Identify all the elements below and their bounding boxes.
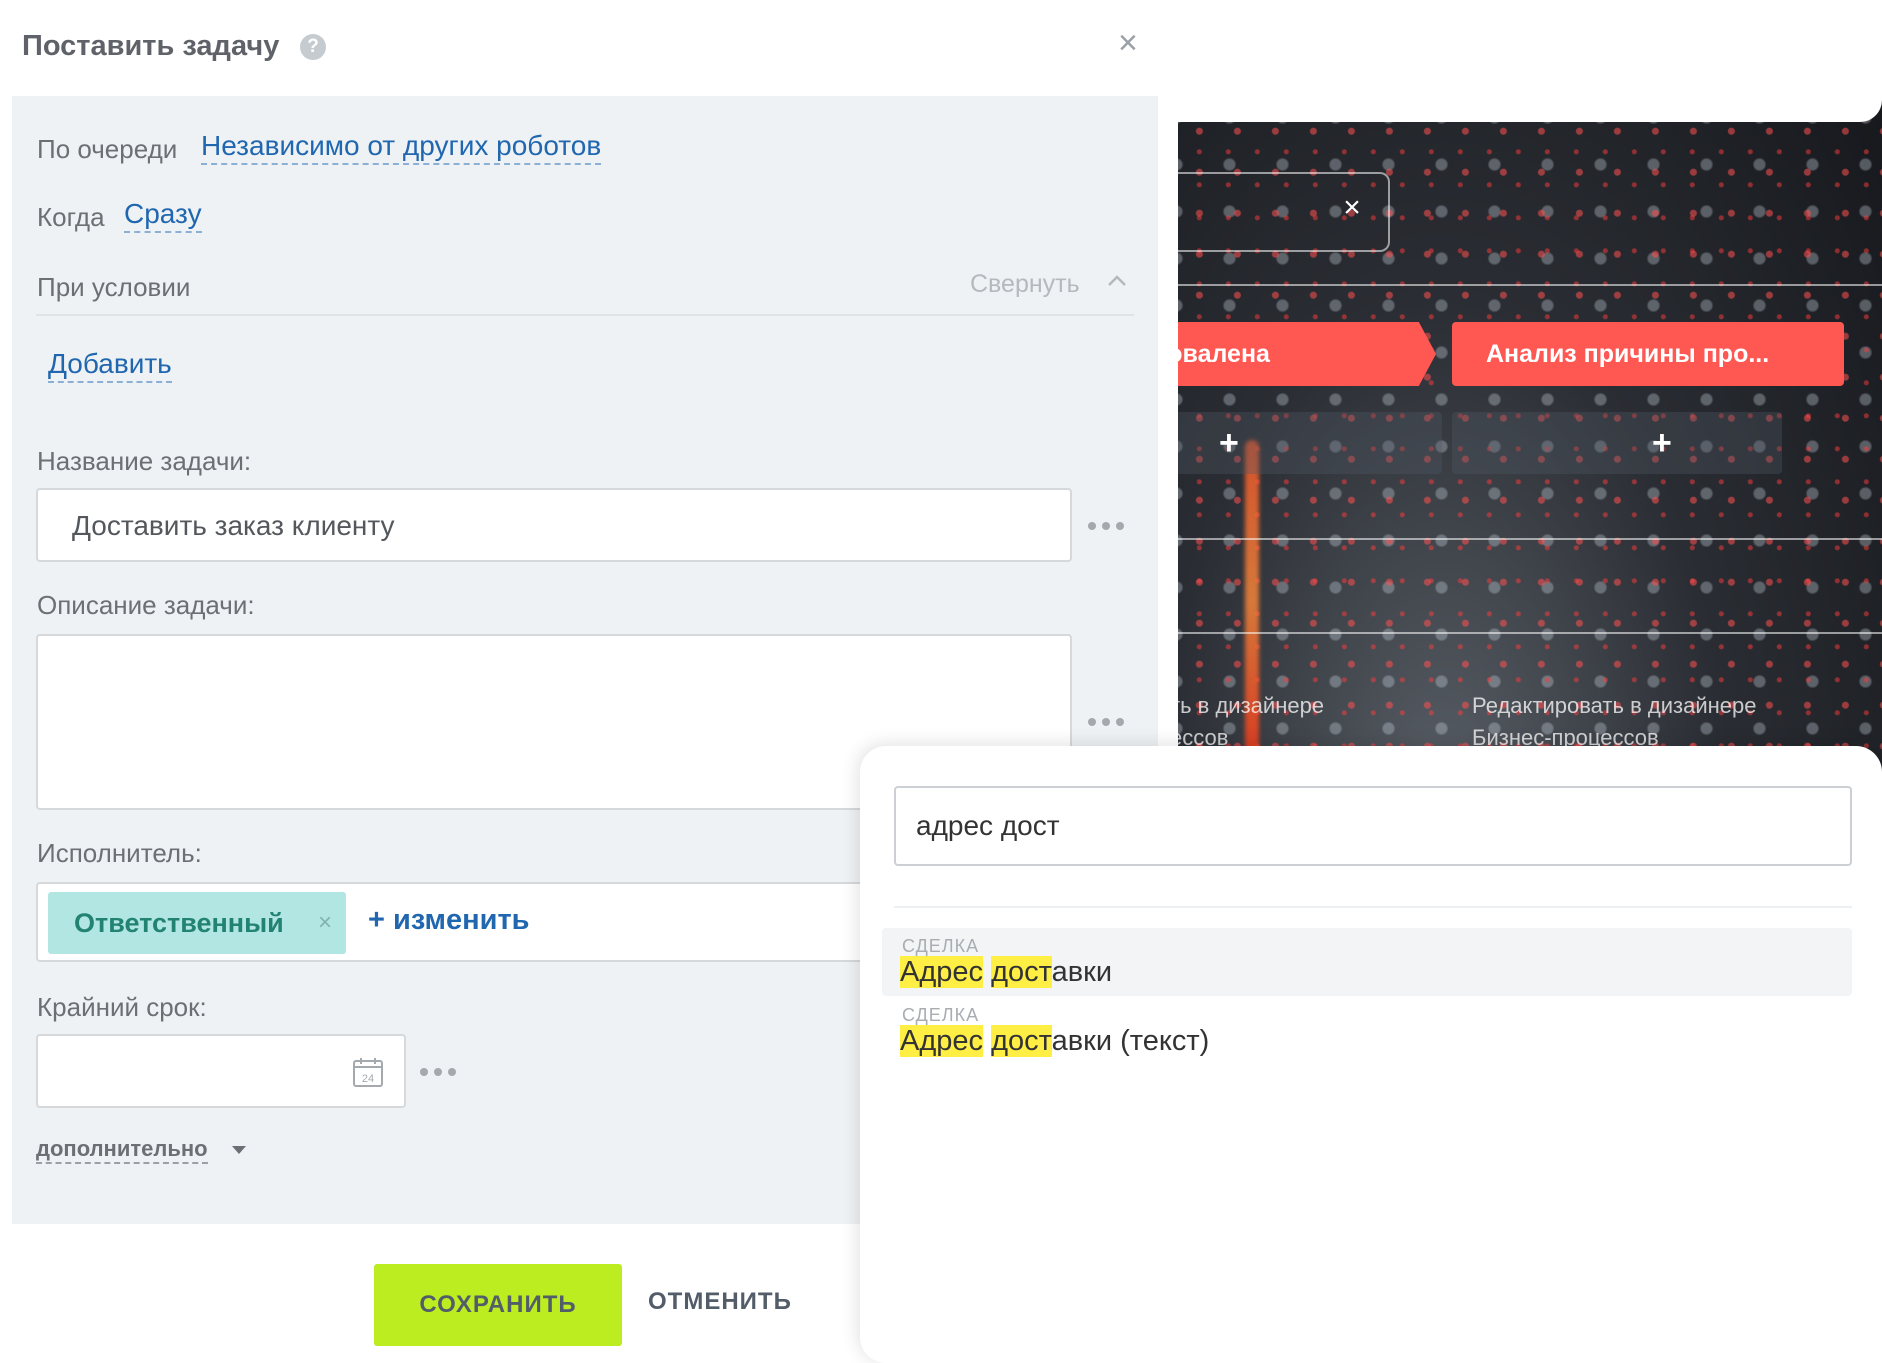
dialog-title: Поставить задачу	[22, 30, 280, 62]
more-options-icon[interactable]	[420, 1067, 456, 1077]
field-search-input[interactable]: адрес дост	[894, 786, 1852, 866]
background-divider	[1150, 284, 1882, 286]
result-title: Адрес доставки (текст)	[900, 1025, 1210, 1057]
task-name-input[interactable]: Доставить заказ клиенту	[36, 488, 1072, 562]
divider	[36, 314, 1134, 316]
chevron-up-icon[interactable]	[1104, 268, 1130, 294]
search-result-item[interactable]: СДЕЛКА Адрес доставки (текст)	[882, 997, 1852, 1065]
order-label: По очереди	[37, 134, 178, 164]
calendar-icon[interactable]: 24	[352, 1056, 384, 1088]
field-search-popup: адрес дост СДЕЛКА Адрес доставки СДЕЛКА …	[860, 746, 1882, 1363]
background-header-card	[1150, 0, 1882, 122]
background-divider	[1150, 632, 1882, 634]
close-icon[interactable]: ×	[1118, 26, 1138, 60]
result-category: СДЕЛКА	[902, 936, 980, 956]
result-category: СДЕЛКА	[902, 1005, 980, 1025]
task-description-label: Описание задачи:	[37, 590, 255, 620]
assignee-label: Исполнитель:	[37, 838, 202, 868]
add-robot-icon[interactable]: +	[1219, 426, 1239, 460]
background-robot-slot	[1150, 412, 1442, 474]
more-options-icon[interactable]	[1088, 521, 1124, 531]
divider	[894, 906, 1852, 908]
condition-label: При условии	[37, 272, 191, 302]
search-result-item[interactable]: СДЕЛКА Адрес доставки	[882, 928, 1852, 996]
add-condition-link[interactable]: Добавить	[48, 348, 172, 383]
when-selector[interactable]: Сразу	[124, 198, 202, 233]
background-robot-slot	[1452, 412, 1782, 474]
question-circle-icon[interactable]: ?	[300, 34, 326, 60]
edit-in-designer-link[interactable]: ть в дизайнере ессов	[1170, 690, 1324, 754]
background-close-icon[interactable]: ×	[1340, 193, 1364, 223]
cancel-button[interactable]: ОТМЕНИТЬ	[648, 1288, 792, 1316]
result-title: Адрес доставки	[900, 956, 1113, 988]
stage-failed[interactable]: ровалена	[1150, 322, 1436, 386]
edit-in-designer-link[interactable]: Редактировать в дизайнере Бизнес-процесс…	[1472, 690, 1756, 754]
stage-failure-analysis[interactable]: Анализ причины про...	[1452, 322, 1844, 386]
search-query: адрес дост	[916, 810, 1060, 841]
when-label: Когда	[37, 202, 105, 232]
additional-settings-link[interactable]: дополнительно	[36, 1136, 208, 1164]
change-assignee-link[interactable]: + изменить	[368, 904, 529, 937]
task-name-label: Название задачи:	[37, 446, 252, 476]
remove-tag-icon[interactable]: ×	[318, 892, 332, 954]
deadline-input[interactable]: 24	[36, 1034, 406, 1108]
assignee-tag: Ответственный ×	[48, 892, 346, 954]
save-button[interactable]: СОХРАНИТЬ	[374, 1264, 622, 1346]
svg-text:24: 24	[362, 1073, 374, 1085]
more-options-icon[interactable]	[1088, 717, 1124, 727]
deadline-label: Крайний срок:	[37, 992, 207, 1022]
collapse-link[interactable]: Свернуть	[970, 270, 1080, 299]
add-robot-icon[interactable]: +	[1652, 426, 1672, 460]
task-name-value: Доставить заказ клиенту	[72, 510, 395, 541]
order-selector[interactable]: Независимо от других роботов	[201, 130, 602, 165]
caret-down-icon[interactable]	[232, 1146, 246, 1154]
background-divider	[1150, 538, 1882, 540]
